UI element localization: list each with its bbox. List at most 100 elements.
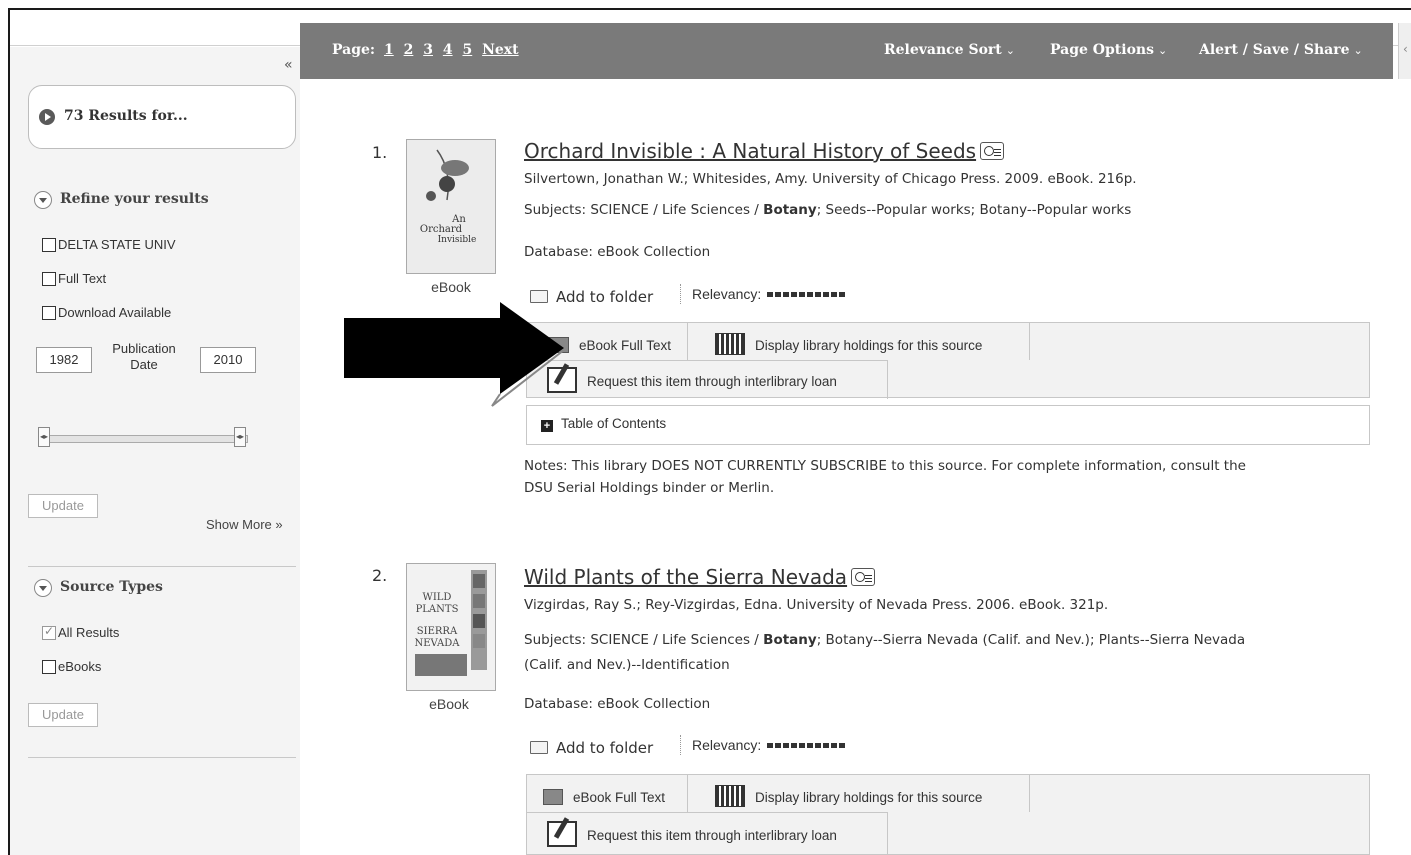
update-button-source[interactable]: Update xyxy=(28,703,98,727)
collapse-sidebar-icon[interactable]: « xyxy=(284,57,293,73)
pub-date-label: Publication Date xyxy=(112,341,176,372)
checkbox-checked[interactable] xyxy=(42,624,56,640)
pagination: Page: 1 2 3 4 5 Next xyxy=(332,42,519,58)
preview-magnifier-icon[interactable] xyxy=(851,568,876,586)
divider xyxy=(687,323,688,360)
divider xyxy=(28,757,296,758)
interlibrary-loan-link[interactable]: Request this item through interlibrary l… xyxy=(547,821,837,847)
filter-full-text[interactable]: Full Text xyxy=(42,271,106,286)
relevancy-bar xyxy=(767,743,846,748)
books-icon xyxy=(715,333,745,355)
page-link[interactable]: 2 xyxy=(404,42,414,58)
result-links-box: eBook Full Text Display library holdings… xyxy=(526,322,1370,399)
cover-title-line: PLANTS xyxy=(416,604,459,615)
right-panel-toggle[interactable]: ‹ xyxy=(1398,23,1411,79)
divider xyxy=(887,360,888,399)
page-link[interactable]: 4 xyxy=(443,42,453,58)
refine-results-header[interactable]: Refine your results xyxy=(34,191,209,209)
book-cover-image[interactable]: WILD PLANTS SIERRA NEVADA xyxy=(406,563,496,691)
pub-date-slider-track[interactable] xyxy=(42,435,248,443)
ebook-full-text-link[interactable]: eBook Full Text xyxy=(543,789,665,805)
chevron-left-icon: ‹ xyxy=(1403,42,1408,56)
divider xyxy=(527,812,887,813)
library-holdings-link[interactable]: Display library holdings for this source xyxy=(715,333,982,355)
checkbox[interactable] xyxy=(42,272,56,286)
annotation-arrow-icon xyxy=(344,302,565,407)
chevron-down-icon: ⌄ xyxy=(1353,44,1363,57)
results-list: 1. An Orchard Invisible eBook Orchard In… xyxy=(300,79,1393,855)
relevancy-indicator: Relevancy: xyxy=(692,286,846,302)
expand-chevron-icon xyxy=(34,579,52,597)
divider xyxy=(1029,775,1030,812)
item-type-label: eBook xyxy=(429,696,469,712)
relevancy-bar xyxy=(767,292,846,297)
expand-plus-icon: + xyxy=(541,420,553,432)
divider xyxy=(687,775,688,812)
checkbox[interactable] xyxy=(42,306,56,320)
page-link[interactable]: 1 xyxy=(384,42,394,58)
item-type-label: eBook xyxy=(431,279,471,295)
chevron-down-icon: ⌄ xyxy=(1005,44,1015,57)
divider xyxy=(527,360,887,361)
checkbox[interactable] xyxy=(42,660,56,674)
add-to-folder-link[interactable]: Add to folder xyxy=(530,739,653,757)
source-types-header[interactable]: Source Types xyxy=(34,579,163,597)
checkbox[interactable] xyxy=(42,238,56,252)
results-count-label: 73 Results for... xyxy=(64,108,188,124)
divider xyxy=(887,812,888,855)
next-page-link[interactable]: Next xyxy=(482,42,519,58)
cover-title-line: WILD xyxy=(423,592,452,603)
cover-title-line: NEVADA xyxy=(414,638,460,649)
result-title-link[interactable]: Wild Plants of the Sierra Nevada xyxy=(524,565,876,589)
page-link[interactable]: 5 xyxy=(462,42,472,58)
filter-delta-state[interactable]: DELTA STATE UNIV xyxy=(42,237,176,252)
result-number: 2. xyxy=(372,566,388,585)
result-subjects: Subjects: SCIENCE / Life Sciences / Bota… xyxy=(524,202,1132,218)
cover-title-line: Orchard xyxy=(420,224,463,235)
show-more-link[interactable]: Show More » xyxy=(206,517,283,532)
filter-ebooks[interactable]: eBooks xyxy=(42,659,101,674)
result-subjects: Subjects: SCIENCE / Life Sciences / Bota… xyxy=(524,632,1246,673)
relevance-sort-menu[interactable]: Relevance Sort ⌄ xyxy=(884,42,1015,58)
divider xyxy=(680,284,681,304)
results-count-box[interactable]: 73 Results for... xyxy=(28,85,296,149)
result-authors: Silvertown, Jonathan W.; Whitesides, Amy… xyxy=(524,171,1137,187)
preview-magnifier-icon[interactable] xyxy=(980,142,1005,160)
filter-all-results[interactable]: All Results xyxy=(42,624,119,640)
divider xyxy=(680,735,681,755)
page-options-menu[interactable]: Page Options ⌄ xyxy=(1050,42,1167,58)
result-notes: Notes: This library DOES NOT CURRENTLY S… xyxy=(524,458,1246,496)
result-number: 1. xyxy=(372,143,388,162)
book-cover-image[interactable]: An Orchard Invisible xyxy=(406,139,496,274)
expand-chevron-icon xyxy=(34,191,52,209)
results-toolbar: Page: 1 2 3 4 5 Next Relevance Sort ⌄ Pag… xyxy=(300,23,1393,79)
result-authors: Vizgirdas, Ray S.; Rey-Vizgirdas, Edna. … xyxy=(524,597,1109,613)
relevancy-indicator: Relevancy: xyxy=(692,737,846,753)
table-of-contents-toggle[interactable]: + Table of Contents xyxy=(526,405,1370,445)
chevron-down-icon: ⌄ xyxy=(1157,44,1168,57)
books-icon xyxy=(715,785,745,807)
results-main: Page: 1 2 3 4 5 Next Relevance Sort ⌄ Pag… xyxy=(300,23,1393,855)
filter-download-available[interactable]: Download Available xyxy=(42,305,171,320)
cover-title-line: Invisible xyxy=(438,235,477,245)
page-link[interactable]: 3 xyxy=(423,42,433,58)
request-form-icon xyxy=(547,821,577,847)
slider-handle-right[interactable]: ◂▸ xyxy=(234,427,246,447)
alert-save-share-menu[interactable]: Alert / Save / Share ⌄ xyxy=(1199,42,1363,58)
refine-sidebar: « 73 Results for... Refine your results … xyxy=(10,47,310,855)
pub-date-from-input[interactable]: 1982 xyxy=(36,347,92,373)
divider xyxy=(28,566,296,567)
update-button[interactable]: Update xyxy=(28,494,98,518)
cover-title-line: SIERRA xyxy=(417,626,458,637)
play-icon xyxy=(39,109,55,125)
library-holdings-link[interactable]: Display library holdings for this source xyxy=(715,785,982,807)
pub-date-to-input[interactable]: 2010 xyxy=(200,347,256,373)
divider xyxy=(1029,323,1030,360)
folder-icon xyxy=(530,741,548,754)
result-title-link[interactable]: Orchard Invisible : A Natural History of… xyxy=(524,139,1005,163)
interlibrary-loan-link[interactable]: Request this item through interlibrary l… xyxy=(547,367,837,393)
slider-handle-left[interactable]: ◂▸ xyxy=(38,427,50,447)
result-database: Database: eBook Collection xyxy=(524,696,711,712)
ebook-icon xyxy=(543,789,563,805)
result-database: Database: eBook Collection xyxy=(524,244,711,260)
